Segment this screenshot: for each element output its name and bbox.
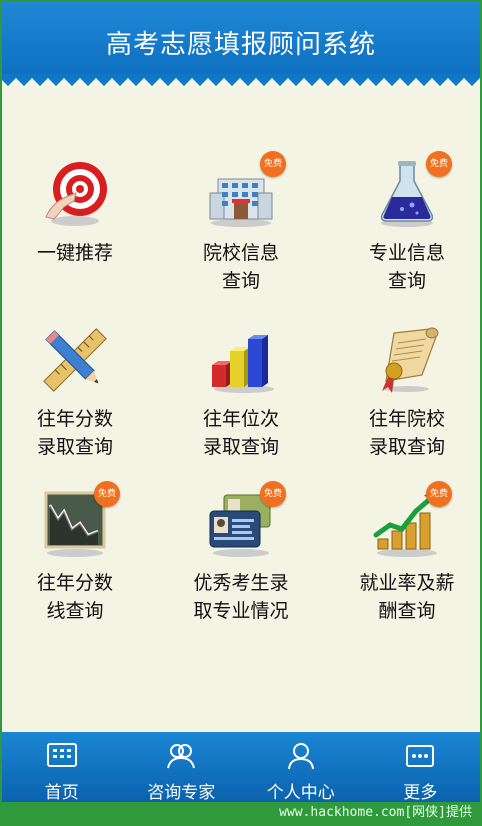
free-badge: 免费 — [260, 151, 286, 177]
tile-label-line1: 一键推荐 — [36, 242, 113, 264]
tab-label: 个人中心 — [266, 783, 335, 803]
bottom-tab-bar: 首页 咨询专家 个人中心 更多 — [2, 732, 481, 803]
tile-label-line1: 院校信息 — [202, 242, 279, 264]
tile-label: 往年院校 录取查询 — [327, 405, 480, 461]
tile-label-line2: 酬查询 — [378, 600, 436, 622]
tile-label-line1: 往年分数 — [36, 572, 113, 594]
tile-past-score-admission[interactable]: 往年分数 录取查询 — [2, 325, 155, 465]
person-icon — [287, 743, 314, 770]
tile-label-line1: 往年分数 — [36, 408, 113, 430]
app-title: 高考志愿填报顾问系统 — [105, 30, 376, 60]
tile-past-rank-admission[interactable]: 往年位次 录取查询 — [161, 325, 321, 465]
free-badge: 免费 — [426, 481, 452, 507]
free-badge: 免费 — [94, 481, 120, 507]
tile-label-line2: 查询 — [387, 270, 426, 292]
tile-major-info[interactable]: 免费 专业信息 查询 — [327, 151, 480, 299]
header-zigzag-edge — [2, 74, 480, 86]
target-icon — [40, 159, 110, 229]
tile-label: 往年分数 线查询 — [2, 569, 155, 625]
tab-home[interactable]: 首页 — [2, 732, 122, 803]
flask-icon: 免费 — [372, 151, 452, 229]
free-badge: 免费 — [426, 151, 452, 177]
tab-label: 首页 — [44, 783, 79, 803]
tile-label-line2: 录取查询 — [368, 436, 445, 458]
tile-school-info[interactable]: 免费 院校信息 查询 — [161, 151, 321, 299]
id-cards-icon: 免费 — [206, 481, 286, 559]
tile-label: 往年分数 录取查询 — [2, 405, 155, 461]
tile-one-click-recommend[interactable]: 一键推荐 — [2, 159, 155, 299]
tile-label: 一键推荐 — [2, 239, 155, 267]
tile-label-line1: 优秀考生录 — [193, 572, 289, 594]
tab-label: 咨询专家 — [147, 783, 216, 803]
tile-label-line2: 查询 — [221, 270, 260, 292]
more-icon — [406, 745, 435, 767]
tile-label-line1: 往年院校 — [368, 408, 445, 430]
tile-past-school-admission[interactable]: 往年院校 录取查询 — [327, 325, 480, 465]
watermark-text: www.hackhome.com[网侠]提供 — [2, 802, 480, 824]
tile-label: 就业率及薪 酬查询 — [327, 569, 480, 625]
tile-label-line1: 就业率及薪 — [359, 572, 455, 594]
tile-label-line1: 往年位次 — [202, 408, 279, 430]
tab-personal-center[interactable]: 个人中心 — [241, 732, 361, 803]
tile-top-students-majors[interactable]: 免费 优秀考生录 取专业情况 — [161, 481, 321, 629]
tab-label: 更多 — [403, 783, 438, 803]
tab-consult-experts[interactable]: 咨询专家 — [122, 732, 242, 803]
scroll-icon — [372, 325, 442, 395]
bar-chart-icon — [206, 325, 276, 395]
tile-label-line1: 专业信息 — [368, 242, 445, 264]
tile-label: 院校信息 查询 — [161, 239, 321, 295]
tile-label-line2: 录取查询 — [202, 436, 279, 458]
tile-past-cutoff-lines[interactable]: 免费 往年分数 线查询 — [2, 481, 155, 629]
tile-label-line2: 录取查询 — [36, 436, 113, 458]
coins-growth-icon: 免费 — [372, 481, 452, 559]
tile-label: 专业信息 查询 — [327, 239, 480, 295]
tile-label: 优秀考生录 取专业情况 — [161, 569, 321, 625]
free-badge: 免费 — [260, 481, 286, 507]
experts-icon — [167, 744, 196, 769]
tile-employment-salary[interactable]: 免费 就业率及薪 酬查询 — [327, 481, 480, 629]
app-header: 高考志愿填报顾问系统 — [2, 2, 480, 78]
pencil-ruler-icon — [40, 325, 110, 395]
tile-label: 往年位次 录取查询 — [161, 405, 321, 461]
home-grid-icon — [46, 743, 77, 767]
app-frame: 高考志愿填报顾问系统 一键推荐 免费 院校信息 查询 免费 专业信息 查询 往年… — [2, 2, 480, 824]
tile-label-line2: 线查询 — [46, 600, 104, 622]
school-building-icon: 免费 — [206, 151, 286, 229]
line-chart-icon: 免费 — [40, 481, 120, 559]
tab-more[interactable]: 更多 — [361, 732, 481, 803]
tile-label-line2: 取专业情况 — [193, 600, 289, 622]
